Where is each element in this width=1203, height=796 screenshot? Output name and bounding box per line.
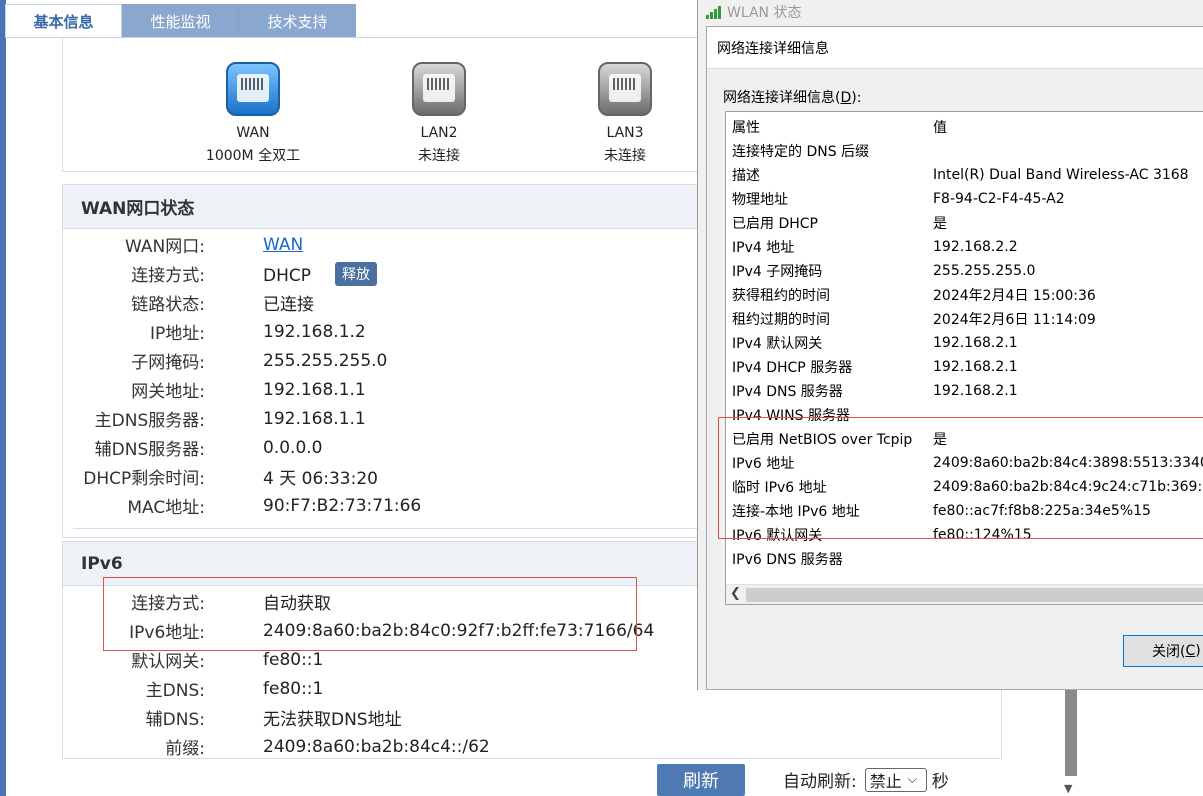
row-label: 辅DNS: — [145, 710, 205, 730]
info-row: 主DNS服务器: 192.168.1.1 — [63, 404, 683, 433]
row-label: MAC地址: — [127, 498, 205, 518]
list-item[interactable]: IPv4 子网掩码 255.255.255.0 — [726, 259, 1203, 283]
ethernet-port-icon — [226, 62, 280, 116]
port-lan3[interactable]: LAN3 未连接 — [555, 62, 695, 168]
details-list-label: 网络连接详细信息(D): — [723, 90, 862, 106]
highlight-box-dialog-ipv6 — [718, 417, 1203, 539]
row-label: 链路状态: — [131, 295, 205, 315]
row-value: 192.168.1.1 — [263, 379, 366, 400]
row-value: fe80::1 — [263, 649, 324, 670]
refresh-button[interactable]: 刷新 — [657, 764, 745, 796]
row-value: 192.168.1.2 — [263, 321, 366, 342]
row-label: IP地址: — [150, 324, 205, 344]
chevron-left-icon[interactable]: ❮ — [730, 586, 741, 601]
info-row: 链路状态: 已连接 — [63, 288, 683, 317]
row-label: WAN网口: — [125, 237, 205, 257]
auto-refresh-value: 禁止 — [869, 771, 902, 791]
wlan-window-title: WLAN 状态 — [727, 5, 802, 21]
list-item[interactable]: IPv4 地址 192.168.2.2 — [726, 235, 1203, 259]
auto-refresh-select[interactable]: 禁止 ⌵ — [864, 767, 927, 792]
row-value: 0.0.0.0 — [263, 437, 323, 458]
row-value: 192.168.1.1 — [263, 408, 366, 429]
info-row: DHCP剩余时间: 4 天 06:33:20 — [63, 462, 683, 491]
highlight-box-ipv6 — [103, 577, 637, 651]
port-wan[interactable]: WAN 1000M 全双工 — [183, 62, 323, 168]
info-row: 网关地址: 192.168.1.1 — [63, 375, 683, 404]
list-item[interactable]: 物理地址 F8-94-C2-F4-45-A2 — [726, 187, 1203, 211]
column-header-value[interactable]: 值 — [933, 117, 947, 137]
wan-port-link[interactable]: WAN — [263, 235, 303, 255]
tab-bar: 基本信息 性能监视 技术支持 — [5, 4, 356, 38]
scrollbar-thumb[interactable] — [746, 588, 1203, 602]
column-header-property[interactable]: 属性 — [732, 117, 760, 137]
scroll-down-arrow-icon[interactable]: ▼ — [1064, 782, 1072, 795]
list-item[interactable]: IPv4 默认网关 192.168.2.1 — [726, 331, 1203, 355]
dialog-title: 网络连接详细信息 — [707, 27, 1203, 69]
ethernet-port-icon — [412, 62, 466, 116]
auto-refresh-control: 自动刷新: 禁止 ⌵ 秒 — [783, 767, 949, 792]
chevron-down-icon: ⌵ — [907, 772, 917, 786]
row-value: DHCP — [263, 265, 311, 286]
info-row: WAN网口: WAN — [63, 230, 683, 259]
close-button[interactable]: 关闭(C) — [1123, 635, 1203, 667]
row-value: 90:F7:B2:73:71:66 — [263, 495, 422, 516]
port-name: LAN3 — [606, 125, 644, 141]
port-lan2[interactable]: LAN2 未连接 — [369, 62, 509, 168]
list-item[interactable]: IPv4 DNS 服务器 192.168.2.1 — [726, 379, 1203, 403]
info-row: 连接方式: DHCP 释放 — [63, 259, 683, 288]
port-status-panel: WAN 1000M 全双工 LAN2 未连接 LAN3 未连接 — [62, 38, 722, 172]
list-item[interactable]: IPv6 DNS 服务器 — [726, 547, 1203, 571]
row-value: 2409:8a60:ba2b:84c4::/62 — [263, 736, 490, 757]
tab-performance-monitor[interactable]: 性能监视 — [122, 4, 239, 38]
list-item[interactable]: 连接特定的 DNS 后缀 — [726, 139, 1203, 163]
row-label: DHCP剩余时间: — [83, 469, 205, 489]
list-item[interactable]: 描述 Intel(R) Dual Band Wireless-AC 3168 — [726, 163, 1203, 187]
list-item[interactable]: 已启用 DHCP 是 — [726, 211, 1203, 235]
port-name: WAN — [236, 125, 270, 141]
wlan-status-window: WLAN 状态 网络连接详细信息 网络连接详细信息(D): 属性 值 连接特定的… — [697, 0, 1203, 690]
list-item[interactable]: 租约过期的时间 2024年2月6日 11:14:09 — [726, 307, 1203, 331]
horizontal-scrollbar[interactable]: ❮ — [726, 584, 1203, 604]
left-accent-bar — [0, 0, 6, 796]
port-status: 未连接 — [418, 148, 460, 164]
row-value: fe80::1 — [263, 678, 324, 699]
port-status: 1000M 全双工 — [205, 148, 301, 164]
wlan-window-titlebar: WLAN 状态 — [706, 0, 801, 24]
list-item[interactable]: 获得租约的时间 2024年2月4日 15:00:36 — [726, 283, 1203, 307]
release-button[interactable]: 释放 — [335, 261, 377, 286]
info-row: 辅DNS服务器: 0.0.0.0 — [63, 433, 683, 462]
row-value: 已连接 — [263, 295, 314, 315]
tab-basic-info[interactable]: 基本信息 — [5, 4, 122, 38]
info-row: 子网掩码: 255.255.255.0 — [63, 346, 683, 375]
list-header: 属性 值 — [726, 115, 1203, 139]
row-value: 无法获取DNS地址 — [263, 710, 402, 730]
auto-refresh-unit: 秒 — [931, 772, 949, 792]
row-label: 网关地址: — [131, 382, 205, 402]
info-row: 辅DNS: 无法获取DNS地址 — [63, 703, 683, 732]
row-value: 4 天 06:33:20 — [263, 469, 378, 489]
info-row: MAC地址: 90:F7:B2:73:71:66 — [63, 491, 683, 520]
row-label: 前缀: — [165, 739, 205, 759]
row-label: 主DNS: — [145, 681, 205, 701]
row-value: 255.255.255.0 — [263, 350, 388, 371]
auto-refresh-label: 自动刷新: — [783, 772, 857, 792]
info-row: 主DNS: fe80::1 — [63, 674, 683, 703]
row-label: 连接方式: — [131, 266, 205, 286]
page-scrollbar-thumb[interactable] — [1065, 690, 1077, 776]
network-details-dialog: 网络连接详细信息 网络连接详细信息(D): 属性 值 连接特定的 DNS 后缀 … — [706, 26, 1203, 690]
tab-tech-support[interactable]: 技术支持 — [239, 4, 356, 38]
info-row: 前缀: 2409:8a60:ba2b:84c4::/62 — [63, 732, 683, 761]
port-status: 未连接 — [604, 148, 646, 164]
row-label: 主DNS服务器: — [94, 411, 205, 431]
list-item[interactable]: IPv4 DHCP 服务器 192.168.2.1 — [726, 355, 1203, 379]
ethernet-port-icon — [598, 62, 652, 116]
info-row: IP地址: 192.168.1.2 — [63, 317, 683, 346]
row-label: 子网掩码: — [131, 353, 205, 373]
wifi-signal-icon — [706, 5, 721, 19]
row-label: 辅DNS服务器: — [94, 440, 205, 460]
port-name: LAN2 — [420, 125, 458, 141]
